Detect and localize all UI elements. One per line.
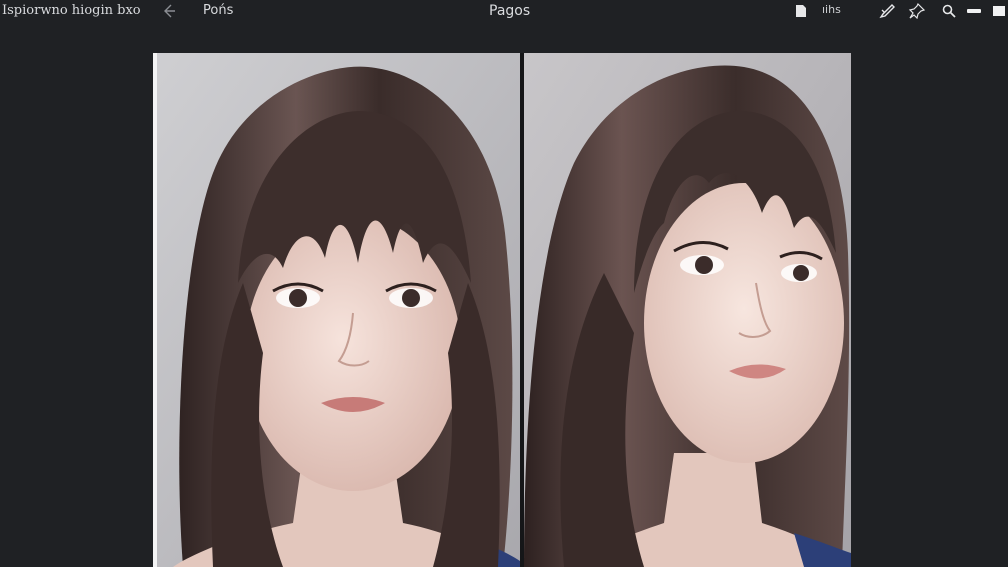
nav-label[interactable]: Pońs (203, 3, 233, 18)
pen-icon[interactable] (879, 3, 897, 19)
portrait-right-image (524, 53, 851, 567)
app-title: Ispiorwno hiogin bxo (2, 3, 141, 18)
image-viewer (153, 53, 851, 567)
title-bar: Ispiorwno hiogin bxo Pońs Pagos ıihs (0, 0, 1008, 24)
minimize-icon[interactable] (965, 3, 983, 19)
search-icon[interactable] (941, 3, 957, 19)
close-icon[interactable] (991, 3, 1007, 19)
portrait-right (524, 53, 851, 567)
portrait-left-image (153, 53, 520, 567)
page-icon[interactable] (794, 3, 808, 19)
back-arrow-icon[interactable] (160, 2, 178, 20)
portrait-left (153, 53, 520, 567)
page-title: Pagos (489, 3, 531, 19)
counter-text: ıihs (822, 3, 841, 16)
pin-icon[interactable] (908, 3, 926, 19)
